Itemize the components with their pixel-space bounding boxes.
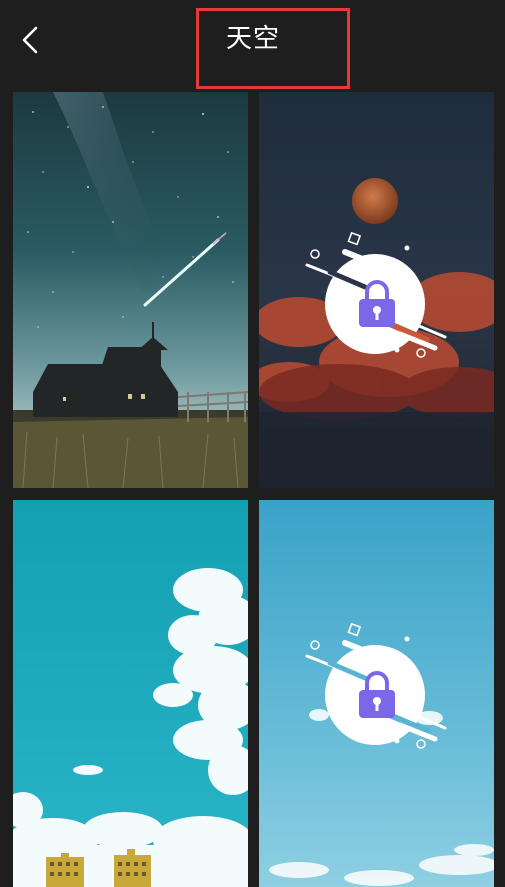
wallpaper-tile-red-clouds[interactable] (259, 92, 494, 488)
back-button[interactable] (14, 20, 48, 60)
wallpaper-tile-milky-way[interactable] (13, 92, 248, 488)
wallpaper-image (13, 500, 248, 887)
wallpaper-image (13, 92, 248, 488)
locked-badge (305, 623, 447, 749)
chevron-left-icon (22, 26, 38, 54)
wallpaper-tile-blue-sky-buildings[interactable] (13, 500, 248, 887)
page-title: 天空 (226, 24, 281, 54)
wallpaper-tile-light-blue-sky[interactable] (259, 500, 494, 887)
locked-badge (305, 232, 447, 358)
top-bar: 天空 (0, 0, 505, 90)
